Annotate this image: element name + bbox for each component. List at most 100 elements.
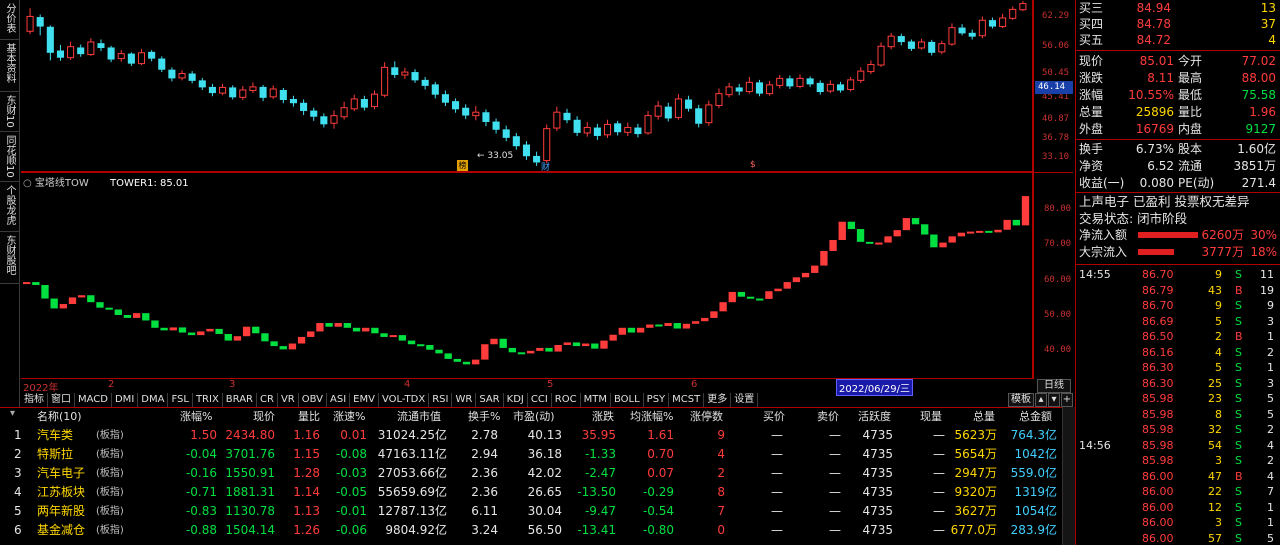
tower-bar [563,342,571,345]
indicator-tab[interactable]: MTM [581,393,611,407]
column-header[interactable]: 量比 [298,408,320,424]
column-header[interactable]: 现价 [253,408,275,424]
order-book-row[interactable]: 买三 84.94 13 [1079,0,1280,16]
tower-bar [609,334,617,341]
candle [502,125,510,142]
quote-row: 涨幅 10.55% 最低 75.58 [1076,87,1280,104]
order-volume: 13 [1260,1,1276,15]
column-header[interactable]: 卖价 [817,408,839,424]
table-row[interactable]: 2 特斯拉 (板指) -0.04 3701.76 1.15 -0.08 47163.11亿 2.… [0,445,1062,464]
indicator-tab[interactable]: CR [257,393,278,407]
tick-list[interactable]: 14:55 86.70 9 S 11 86.79 43 B 19 86.70 9 S 9 86.69 5 S 3… [1076,265,1280,545]
tower-bar [178,327,187,333]
indicator-tab[interactable]: 更多 [704,393,732,407]
indicator-tab[interactable]: EMV [350,393,379,407]
tower-bar [481,344,489,360]
quote-value: 6.73% [1135,142,1174,156]
cell-price: 1130.78 [225,504,275,518]
divider [1076,50,1280,51]
table-scrollbar[interactable] [1062,407,1075,545]
column-header[interactable]: 市盈(动) [513,408,555,424]
table-row[interactable]: 1 汽车类 (板指) 1.50 2434.80 1.16 0.01 31024.25亿 2.78… [0,426,1062,445]
column-header[interactable]: 均涨幅% [630,408,673,424]
indicator-tab[interactable]: WR [452,393,477,407]
indicator-tab[interactable]: 设置 [731,393,759,407]
scroll-up-icon[interactable]: ▴ [1035,393,1047,407]
column-header[interactable]: 涨速% [333,408,365,424]
order-book-row[interactable]: 买五 84.72 4 [1079,32,1280,48]
column-header[interactable]: 涨幅% [180,408,212,424]
table-row[interactable]: 3 汽车电子 (板指) -0.16 1550.91 1.28 -0.03 27053.66亿 2… [0,464,1062,483]
side-tab-eastmoney10[interactable]: 东财10 [0,92,20,132]
kline-chart-area[interactable] [21,0,1033,172]
indicator-tab[interactable]: BRAR [223,393,257,407]
indicator-tab[interactable]: KDJ [504,393,528,407]
daily-period-button[interactable]: 日线 [1037,379,1071,393]
indicator-tab[interactable]: DMI [112,393,139,407]
indicator-tab[interactable]: BOLL [611,393,644,407]
candle [847,76,855,92]
column-header[interactable]: 总金额 [1019,408,1052,424]
sector-tag: (板指) [96,525,124,536]
cell-cur: — [933,466,945,480]
side-tab-profile[interactable]: 基本资料 [0,40,20,92]
column-header[interactable]: 涨跌 [592,408,614,424]
side-tab-label: 分价表 [4,3,15,33]
indicator-tab[interactable]: MCST [669,393,705,407]
indicator-tab[interactable]: 指标 [21,393,48,407]
tick-volume: 12 [1208,500,1222,514]
tick-row: 85.98 8 S 5 [1076,407,1280,423]
indicator-tab[interactable]: PSY [644,393,670,407]
column-header[interactable]: 总量 [973,408,995,424]
order-book-row[interactable]: 买四 84.78 37 [1079,16,1280,32]
column-header[interactable]: 活跃度 [858,408,891,424]
event-marker-dividend[interactable]: $ [750,160,756,170]
tower-bar [710,311,718,318]
tick-price: 86.00 [1142,469,1174,483]
tower-bar [591,343,599,349]
indicator-tab[interactable]: ROC [552,393,581,407]
indicator-tab[interactable]: VOL-TDX [379,393,430,407]
tower-bar [59,304,67,309]
table-row[interactable]: 5 两年新股 (板指) -0.83 1130.78 1.13 -0.01 12787.13亿 6… [0,502,1062,521]
stock-tags[interactable]: 上声电子 已盈利 投票权无差异 [1076,193,1280,210]
indicator-tab[interactable]: CCI [528,393,552,407]
indicator-tab[interactable]: FSL [168,393,193,407]
candle [705,100,713,126]
column-header[interactable]: 换手% [468,408,500,424]
sort-icon[interactable]: ▾ [10,408,15,419]
flow-label: 大宗流入 [1079,245,1128,259]
event-marker-rank[interactable]: 榜 [457,160,468,171]
indicator-tab[interactable]: TRIX [193,393,223,407]
column-header[interactable]: 涨停数 [690,408,723,424]
tick-volume: 4 [1215,345,1222,359]
indicator-tab[interactable]: VR [278,393,299,407]
indicator-tab[interactable]: DMA [138,393,169,407]
column-header[interactable]: 流通市值 [397,408,441,424]
column-header[interactable]: 名称(10) [37,408,82,424]
candle [877,42,885,67]
add-pane-icon[interactable]: + [1061,393,1073,407]
side-tab-price-table[interactable]: 分价表 [0,0,20,40]
side-tab-ths10[interactable]: 同花顺10 [0,132,20,182]
indicator-tab[interactable]: 窗口 [48,393,75,407]
candle [624,122,632,137]
indicator-tab[interactable]: ASI [327,393,351,407]
table-row[interactable]: 4 江苏板块 (板指) -0.71 1881.31 1.14 -0.05 55659.69亿 2… [0,483,1062,502]
indicator-name[interactable]: 宝塔线TOW [35,178,89,189]
indicator-tab[interactable]: MACD [75,393,112,407]
indicator-tab[interactable]: OBV [299,393,327,407]
tick-row: 86.00 22 S 7 [1076,484,1280,500]
table-row[interactable]: 6 基金减仓 (板指) -0.88 1504.14 1.26 -0.06 9804.92亿 3.… [0,521,1062,540]
indicator-tab[interactable]: SAR [476,393,504,407]
column-header[interactable]: 现量 [920,408,942,424]
column-header[interactable]: 买价 [763,408,785,424]
side-tab-guba[interactable]: 东财股吧 [0,232,20,284]
scroll-down-icon[interactable]: ▾ [1048,393,1060,407]
indicator-circle-icon[interactable]: ○ [23,178,32,189]
tower-bar [884,236,892,243]
tower-bar [352,327,361,332]
indicator-tab[interactable]: RSI [429,393,453,407]
indicator-chart-area[interactable] [21,173,1033,379]
side-tab-dragon-tiger[interactable]: 个股龙虎 [0,182,20,232]
